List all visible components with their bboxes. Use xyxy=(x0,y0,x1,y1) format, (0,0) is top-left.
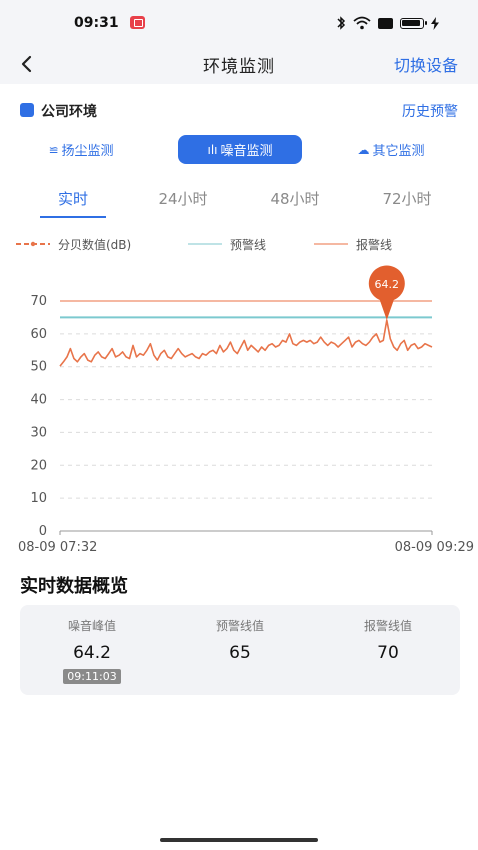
legend-warn-swatch xyxy=(188,243,222,245)
tab-realtime[interactable]: 实时 xyxy=(40,188,106,209)
switch-device-button[interactable]: 切换设备 xyxy=(394,52,458,76)
y-tick-label-40: 40 xyxy=(30,393,47,408)
dust-monitor-label: 扬尘监测 xyxy=(61,144,114,159)
noise-chart: 0 10 20 30 40 50 60 70 08-09 07:32 08-09 09:29 64.… xyxy=(18,265,474,555)
legend-warn: 预警线 xyxy=(188,236,266,252)
alarm-label: 报警线值 xyxy=(363,619,412,633)
stat-alarm: 报警线值 70 xyxy=(328,617,448,663)
stat-warn: 预警线值 65 xyxy=(180,617,300,663)
section-title: 公司环境 xyxy=(41,104,97,120)
legend-db: 分贝数值(dB) xyxy=(16,236,131,252)
alarm-value: 70 xyxy=(377,643,399,663)
sound-wave-icon: ılı xyxy=(207,142,218,157)
other-monitor-label: 其它监测 xyxy=(372,144,425,159)
tab-72h[interactable]: 72小时 xyxy=(372,188,442,209)
active-tab-indicator xyxy=(40,216,106,218)
y-tick-label-20: 20 xyxy=(30,458,47,473)
y-tick-label-30: 30 xyxy=(30,425,47,440)
home-indicator xyxy=(160,838,318,842)
legend-alarm-label: 报警线 xyxy=(356,237,393,252)
status-icons xyxy=(336,14,439,32)
x-tick-label-start: 08-09 07:32 xyxy=(18,540,97,555)
y-tick-label-50: 50 xyxy=(30,360,47,375)
peak-marker-pin xyxy=(368,265,405,321)
other-monitor-button[interactable]: ☁ 其它监测 xyxy=(336,135,446,164)
sim-icon xyxy=(378,17,393,29)
noise-monitor-label: 噪音监测 xyxy=(220,144,273,159)
y-tick-label-60: 60 xyxy=(30,327,47,342)
summary-title: 实时数据概览 xyxy=(20,576,128,597)
battery-icon xyxy=(400,17,427,29)
y-tick-label-0: 0 xyxy=(39,524,47,539)
summary-card: 噪音峰值 64.2 09:11:03 预警线值 65 报警线值 70 xyxy=(20,605,460,695)
y-tick-label-70: 70 xyxy=(30,294,47,309)
dust-monitor-button[interactable]: ≌ 扬尘监测 xyxy=(26,135,136,164)
legend-db-label: 分贝数值(dB) xyxy=(58,237,132,252)
wifi-icon xyxy=(353,16,371,30)
x-tick-label-end: 08-09 09:29 xyxy=(395,540,474,555)
dust-icon: ≌ xyxy=(48,142,59,157)
notification-app-icon xyxy=(130,16,145,29)
noise-monitor-button[interactable]: ılı 噪音监测 xyxy=(178,135,302,164)
status-bar: 09:31 xyxy=(0,0,478,46)
db-series-line xyxy=(59,319,433,367)
peak-time-badge: 09:11:03 xyxy=(63,669,121,684)
tab-24h[interactable]: 24小时 xyxy=(148,188,218,209)
legend-db-swatch xyxy=(16,241,50,247)
peak-label: 噪音峰值 xyxy=(67,619,116,633)
charging-icon xyxy=(431,16,439,30)
nav-bar: 环境监测 切换设备 xyxy=(0,46,478,84)
warn-value: 65 xyxy=(229,643,251,663)
history-alert-link[interactable]: 历史预警 xyxy=(402,101,458,121)
legend-alarm: 报警线 xyxy=(314,236,392,252)
stat-peak: 噪音峰值 64.2 09:11:03 xyxy=(32,617,152,684)
legend-alarm-swatch xyxy=(314,243,348,245)
warn-label: 预警线值 xyxy=(215,619,264,633)
bluetooth-icon xyxy=(337,16,346,30)
chart-badge-icon xyxy=(20,103,34,117)
peak-marker-label: 64.2 xyxy=(375,278,400,291)
legend-warn-label: 预警线 xyxy=(230,237,267,252)
y-tick-label-10: 10 xyxy=(30,491,47,506)
tab-48h[interactable]: 48小时 xyxy=(260,188,330,209)
peak-value: 64.2 xyxy=(73,643,111,663)
status-time: 09:31 xyxy=(74,15,119,31)
cloud-icon: ☁ xyxy=(357,142,370,157)
